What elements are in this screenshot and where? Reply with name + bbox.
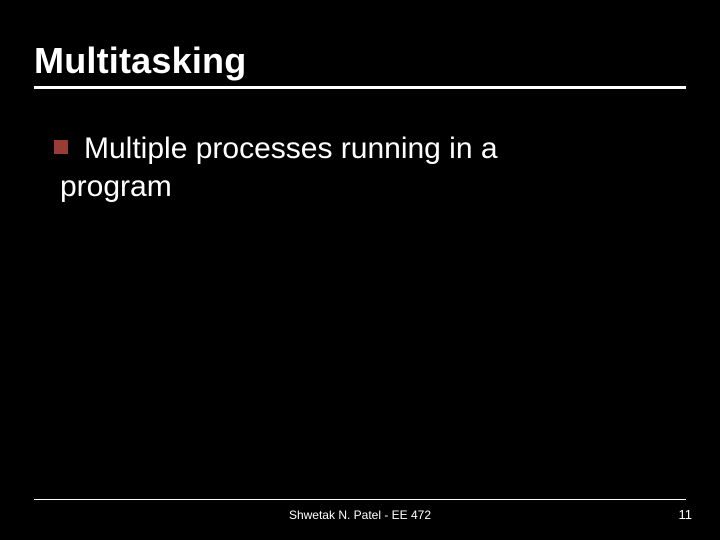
square-bullet-icon [54,140,68,154]
bullet-text: Multiple processes running in a program [84,130,666,205]
slide: Multitasking Multiple processes running … [0,0,720,540]
footer-separator [34,499,686,500]
slide-title: Multitasking [34,40,686,82]
bullet-line-1: Multiple processes running in a [84,130,666,168]
body-block: Multiple processes running in a program [54,130,666,205]
title-underline [34,86,686,89]
footer-author: Shwetak N. Patel - EE 472 [0,508,720,522]
title-block: Multitasking [34,40,686,89]
bullet-item: Multiple processes running in a program [54,130,666,205]
page-number: 11 [679,507,693,522]
bullet-line-2: program [60,168,666,206]
